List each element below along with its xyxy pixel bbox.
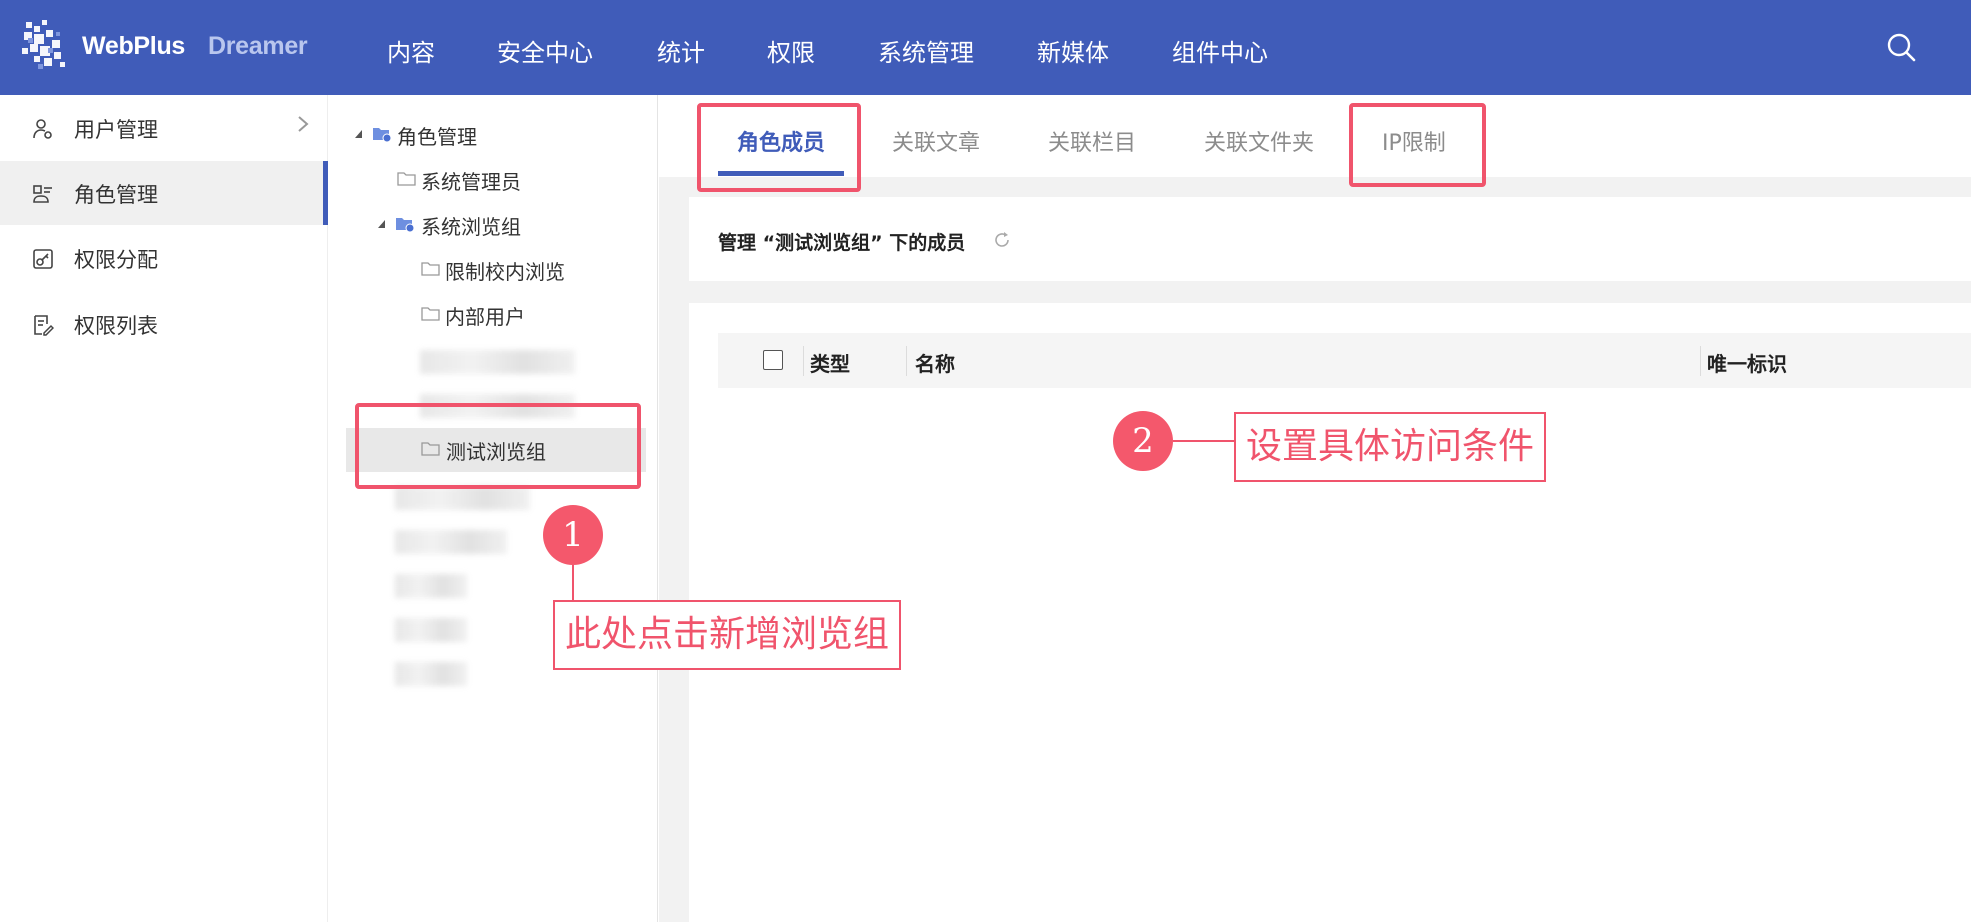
- folder-icon: [421, 307, 440, 321]
- select-all-checkbox[interactable]: [763, 350, 783, 370]
- highlight-box-role-members-tab: [697, 103, 861, 192]
- list-edit-icon: [34, 315, 54, 336]
- tree-node-label: 系统浏览组: [421, 215, 521, 239]
- logo-subtext: Dreamer: [208, 32, 308, 60]
- step-badge-2: 2: [1113, 411, 1173, 471]
- key-icon: [33, 249, 53, 269]
- nav-item-permissions[interactable]: 权限: [767, 33, 815, 68]
- sidebar-item-role-management[interactable]: 角色管理: [0, 161, 328, 225]
- logo-text: WebPlus: [82, 32, 186, 60]
- redacted-tree-node[interactable]: [420, 350, 575, 374]
- nav-item-system-management[interactable]: 系统管理: [878, 33, 974, 68]
- folder-icon: [397, 172, 416, 186]
- tree-node-label: 内部用户: [445, 305, 525, 329]
- sidebar-item-user-management[interactable]: 用户管理: [0, 96, 328, 160]
- sidebar-item-label: 用户管理: [74, 118, 158, 142]
- column-header-unique-id[interactable]: 唯一标识: [1707, 348, 1787, 377]
- redacted-tree-node[interactable]: [395, 662, 467, 686]
- chevron-right-icon[interactable]: [293, 112, 313, 136]
- role-folder-icon: [396, 218, 415, 233]
- redacted-tree-node[interactable]: [395, 486, 530, 510]
- user-gear-icon: [33, 119, 52, 139]
- column-divider: [1700, 346, 1701, 376]
- refresh-icon[interactable]: [992, 230, 1012, 250]
- highlight-box-test-browse-group: [355, 403, 641, 489]
- tree-node-system-browse-group[interactable]: 系统浏览组: [375, 205, 655, 245]
- nav-item-new-media[interactable]: 新媒体: [1037, 33, 1109, 68]
- top-bar: WebPlus Dreamer 内容 安全中心 统计 权限 系统管理 新媒体 组…: [0, 0, 1971, 95]
- column-header-type[interactable]: 类型: [810, 348, 850, 377]
- tree-node-campus-only[interactable]: 限制校内浏览: [420, 250, 655, 290]
- callout-connector-2: [1173, 440, 1235, 442]
- highlight-box-ip-restriction-tab: [1349, 103, 1486, 187]
- nav-item-statistics[interactable]: 统计: [657, 33, 705, 68]
- step-badge-1: 1: [543, 505, 603, 565]
- column-header-name[interactable]: 名称: [915, 348, 955, 377]
- tab-related-columns[interactable]: 关联栏目: [1048, 125, 1136, 157]
- nav-item-security-center[interactable]: 安全中心: [497, 33, 593, 68]
- caret-down-icon[interactable]: [353, 128, 365, 140]
- callout-connector-1: [572, 565, 574, 601]
- caret-down-icon[interactable]: [376, 218, 388, 230]
- sidebar-item-label: 权限列表: [74, 314, 158, 338]
- redacted-tree-node[interactable]: [395, 618, 467, 642]
- redacted-tree-node[interactable]: [395, 530, 507, 554]
- callout-access-conditions: 设置具体访问条件: [1234, 412, 1547, 482]
- role-icon: [33, 185, 52, 203]
- sidebar-item-label: 权限分配: [74, 248, 158, 272]
- logo-mark-icon: [22, 20, 65, 69]
- tree-node-role-management[interactable]: 角色管理: [352, 115, 652, 155]
- sidebar: 用户管理 角色管理 权限分配 权限列表: [0, 95, 328, 922]
- tab-related-articles[interactable]: 关联文章: [892, 125, 980, 157]
- tree-node-system-admin[interactable]: 系统管理员: [396, 160, 656, 200]
- sidebar-item-permission-list[interactable]: 权限列表: [0, 292, 328, 356]
- sidebar-item-label: 角色管理: [74, 183, 158, 207]
- folder-icon: [421, 262, 440, 276]
- tree-node-label: 角色管理: [397, 125, 477, 149]
- tree-node-label: 限制校内浏览: [445, 260, 565, 284]
- callout-add-browse-group: 此处点击新增浏览组: [553, 600, 902, 670]
- column-divider: [803, 346, 804, 376]
- sidebar-item-permission-assignment[interactable]: 权限分配: [0, 226, 328, 290]
- tree-node-internal-users[interactable]: 内部用户: [420, 295, 655, 335]
- tab-related-folders[interactable]: 关联文件夹: [1204, 125, 1314, 157]
- search-icon[interactable]: [1886, 32, 1916, 62]
- redacted-tree-node[interactable]: [395, 574, 467, 598]
- panel-title: 管理 “测试浏览组” 下的成员: [718, 232, 966, 254]
- tree-node-label: 系统管理员: [421, 170, 521, 194]
- nav-item-component-center[interactable]: 组件中心: [1172, 33, 1268, 68]
- column-divider: [906, 346, 907, 376]
- role-folder-icon: [373, 128, 392, 143]
- nav-item-content[interactable]: 内容: [387, 33, 435, 68]
- app-logo[interactable]: WebPlus Dreamer: [20, 18, 320, 76]
